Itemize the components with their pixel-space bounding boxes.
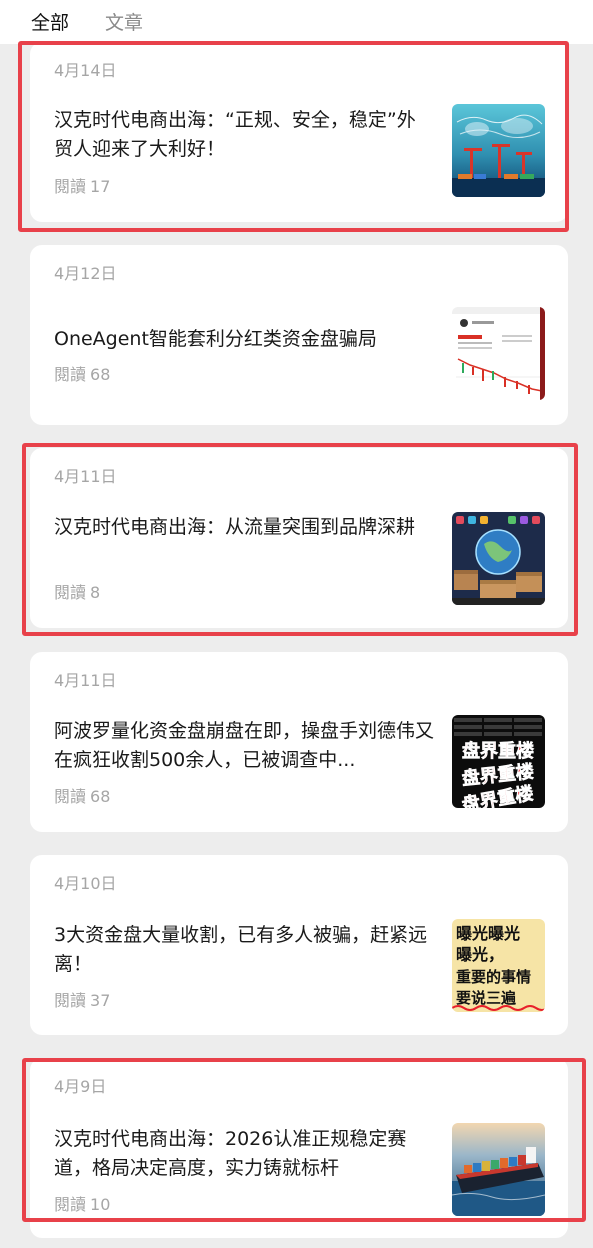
article-title[interactable]: 3大资金盘大量收割，已有多人被骗，赶紧远离！ [54,921,434,979]
article-date: 4月14日 [54,61,117,80]
thumbnail-warning-text: 盘界重楼 [462,740,534,762]
article-title[interactable]: OneAgent智能套利分红类资金盘骗局 [54,325,434,354]
read-number: 10 [90,1195,111,1214]
article-date: 4月11日 [54,671,117,690]
article-thumbnail[interactable]: 盘界重楼 盘界重楼 盘界重楼 [452,715,545,808]
article-title[interactable]: 汉克时代电商出海：2026认准正规稳定赛道，格局决定高度，实力铸就标杆 [54,1125,434,1183]
article-thumbnail[interactable] [452,512,545,605]
tab-bar: 全部 文章 [0,0,593,44]
article-card[interactable]: 4月11日 汉克时代电商出海：从流量突围到品牌深耕 閱讀 8 [30,448,568,628]
article-date: 4月10日 [54,874,117,893]
read-number: 37 [90,991,111,1010]
read-label: 閱讀 [54,365,87,384]
article-thumbnail[interactable] [452,1123,545,1216]
read-number: 8 [90,583,101,602]
read-label: 閱讀 [54,991,87,1010]
article-title[interactable]: 阿波罗量化资金盘崩盘在即，操盘手刘德伟又在疯狂收割500余人，已被调查中... [54,717,434,775]
read-number: 68 [90,787,111,806]
read-count: 閱讀 17 [54,173,110,197]
article-card[interactable]: 4月10日 3大资金盘大量收割，已有多人被骗，赶紧远离！ 閱讀 37 曝光曝光 曝… [30,855,568,1035]
read-count: 閱讀 8 [54,579,100,603]
read-label: 閱讀 [54,583,87,602]
article-thumbnail[interactable] [452,307,545,400]
article-date: 4月9日 [54,1077,107,1096]
article-card[interactable]: 4月11日 阿波罗量化资金盘崩盘在即，操盘手刘德伟又在疯狂收割500余人，已被调… [30,652,568,832]
read-count: 閱讀 10 [54,1191,110,1215]
read-number: 17 [90,177,111,196]
tab-all[interactable]: 全部 [31,8,69,35]
thumbnail-notice-line: 曝光， [456,945,504,964]
article-title[interactable]: 汉克时代电商出海：从流量突围到品牌深耕 [54,513,434,542]
read-label: 閱讀 [54,177,87,196]
article-card[interactable]: 4月14日 汉克时代电商出海：“正规、安全，稳定”外贸人迎来了大利好！ 閱讀 17 [30,42,568,222]
read-number: 68 [90,365,111,384]
article-date: 4月11日 [54,467,117,486]
thumbnail-notice-line: 要说三遍 [456,989,517,1007]
article-card[interactable]: 4月9日 汉克时代电商出海：2026认准正规稳定赛道，格局决定高度，实力铸就标杆… [30,1058,568,1238]
tab-articles[interactable]: 文章 [105,8,143,35]
thumbnail-notice-line: 重要的事情 [456,968,531,986]
read-label: 閱讀 [54,1195,87,1214]
read-count: 閱讀 68 [54,783,110,807]
article-thumbnail[interactable] [452,104,545,197]
read-count: 閱讀 37 [54,987,110,1011]
article-card[interactable]: 4月12日 OneAgent智能套利分红类资金盘骗局 閱讀 68 [30,245,568,425]
article-date: 4月12日 [54,264,117,283]
article-thumbnail[interactable]: 曝光曝光 曝光， 重要的事情 要说三遍 [452,919,545,1012]
thumbnail-notice-line: 曝光曝光 [456,924,520,943]
read-label: 閱讀 [54,787,87,806]
read-count: 閱讀 68 [54,361,110,385]
article-title[interactable]: 汉克时代电商出海：“正规、安全，稳定”外贸人迎来了大利好！ [54,106,434,164]
